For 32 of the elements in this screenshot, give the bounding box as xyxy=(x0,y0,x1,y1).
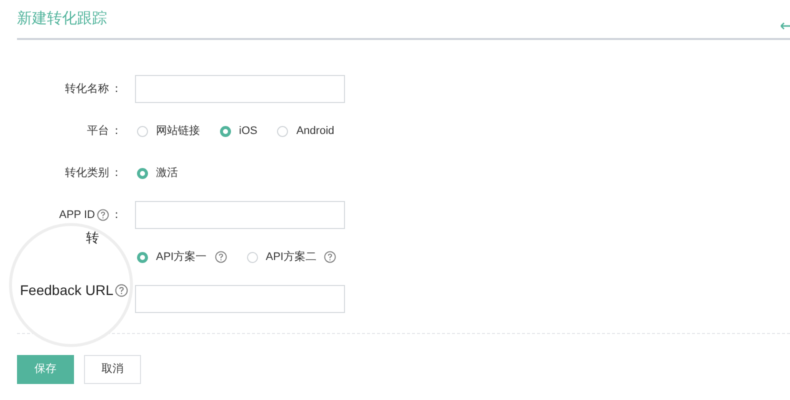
help-icon[interactable] xyxy=(214,251,227,263)
field-label: 转化类别 xyxy=(65,166,109,181)
radio-label: API方案一 xyxy=(156,250,207,265)
help-icon[interactable] xyxy=(115,284,128,297)
radio-label: 激活 xyxy=(156,166,178,181)
field-label: 转化名称 xyxy=(65,82,109,97)
field-label: Feedback URL xyxy=(20,281,114,300)
radio-button[interactable] xyxy=(137,168,148,178)
radio-button[interactable] xyxy=(220,126,231,136)
input-field[interactable] xyxy=(135,285,345,313)
field-label: APP ID xyxy=(59,208,95,223)
radio-button[interactable] xyxy=(246,252,258,262)
field-label: 转 xyxy=(86,231,99,244)
radio-button[interactable] xyxy=(137,126,148,136)
radio-button[interactable] xyxy=(137,252,148,262)
page-title: 新建转化跟踪 xyxy=(17,8,107,29)
colon: ： xyxy=(111,166,122,181)
colon: ： xyxy=(111,208,122,223)
input-field[interactable] xyxy=(135,201,345,229)
colon: ： xyxy=(111,82,122,97)
field-label: 平台 xyxy=(87,124,109,139)
cancel-button[interactable]: 取消 xyxy=(84,355,141,384)
help-icon[interactable] xyxy=(324,251,336,263)
radio-label: iOS xyxy=(239,124,258,139)
radio-label: 网站链接 xyxy=(156,124,200,139)
colon: ： xyxy=(111,124,122,139)
radio-label: API方案二 xyxy=(266,250,316,265)
help-icon[interactable] xyxy=(97,209,109,221)
input-field[interactable] xyxy=(135,75,345,103)
arrow-left-icon[interactable] xyxy=(780,22,790,30)
radio-button[interactable] xyxy=(277,126,288,136)
radio-label: Android xyxy=(296,124,334,139)
